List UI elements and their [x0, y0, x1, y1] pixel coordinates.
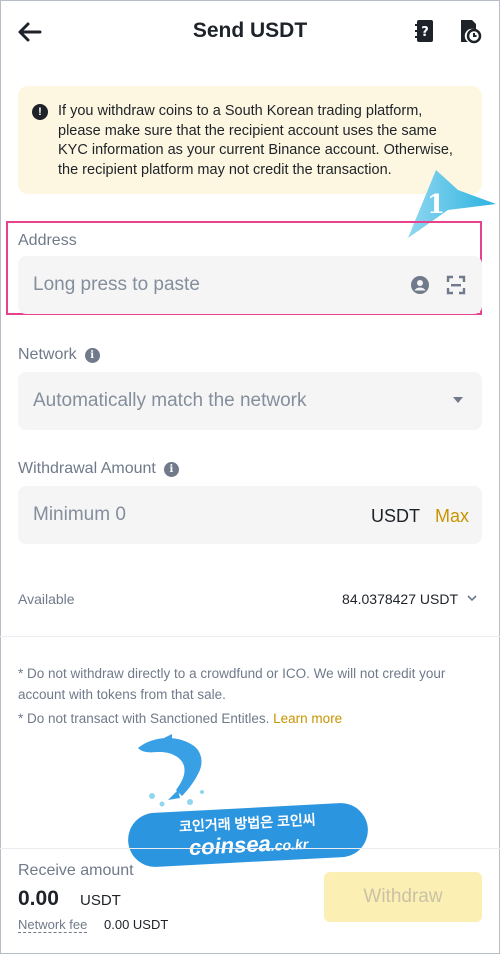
person-circle-icon[interactable] [410, 275, 430, 295]
network-select[interactable]: Automatically match the network [18, 372, 482, 430]
document-clock-icon[interactable] [456, 18, 482, 44]
svg-text:?: ? [421, 25, 429, 40]
callout-number: 1 [427, 190, 446, 220]
footer-divider [0, 848, 500, 849]
caret-down-icon [453, 397, 463, 403]
info-icon[interactable]: i [84, 348, 100, 363]
network-placeholder: Automatically match the network [33, 390, 307, 411]
network-label: Network i [18, 346, 100, 364]
network-label-text: Network [18, 346, 77, 363]
header: Send USDT ? [0, 0, 500, 64]
amount-unit: USDT [371, 506, 420, 526]
address-placeholder: Long press to paste [33, 274, 200, 295]
available-label: Available [18, 591, 75, 607]
receive-amount-label: Receive amount [18, 862, 134, 879]
amount-placeholder: Minimum 0 [33, 504, 126, 525]
section-divider [0, 636, 500, 637]
amount-label: Withdrawal Amount i [18, 460, 179, 478]
address-label: Address [18, 232, 77, 249]
max-button[interactable]: Max [435, 506, 469, 527]
address-input[interactable]: Long press to paste [18, 256, 482, 314]
amount-label-text: Withdrawal Amount [18, 460, 156, 477]
withdraw-button[interactable]: Withdraw [324, 872, 482, 922]
exclamation-circle-icon: ! [32, 104, 48, 120]
info-icon[interactable]: i [163, 462, 179, 477]
watermark-brand: coinsea [188, 830, 272, 861]
watermark-domain: .co.kr [270, 835, 309, 854]
note-sanctions-text: * Do not transact with Sanctioned Entitl… [18, 711, 270, 726]
learn-more-link[interactable]: Learn more [273, 711, 342, 726]
network-fee-value: 0.00 USDT [104, 917, 169, 932]
amount-input[interactable]: Minimum 0 USDT Max [18, 486, 482, 544]
receive-amount-value: 0.00 [18, 887, 59, 910]
note-crowdfund: * Do not withdraw directly to a crowdfun… [18, 663, 488, 705]
question-document-icon[interactable]: ? [412, 18, 438, 44]
note-sanctions: * Do not transact with Sanctioned Entitl… [18, 708, 488, 729]
note-crowdfund-text: * Do not withdraw directly to a crowdfun… [18, 666, 446, 702]
network-fee-label[interactable]: Network fee [18, 917, 88, 933]
chevron-down-icon[interactable] [466, 592, 478, 604]
available-value[interactable]: 84.0378427 USDT [342, 591, 458, 607]
notice-text: If you withdraw coins to a South Korean … [58, 103, 453, 178]
qr-scan-icon[interactable] [446, 275, 466, 295]
dolphin-logo-icon [138, 734, 204, 807]
receive-amount-unit: USDT [80, 892, 121, 909]
